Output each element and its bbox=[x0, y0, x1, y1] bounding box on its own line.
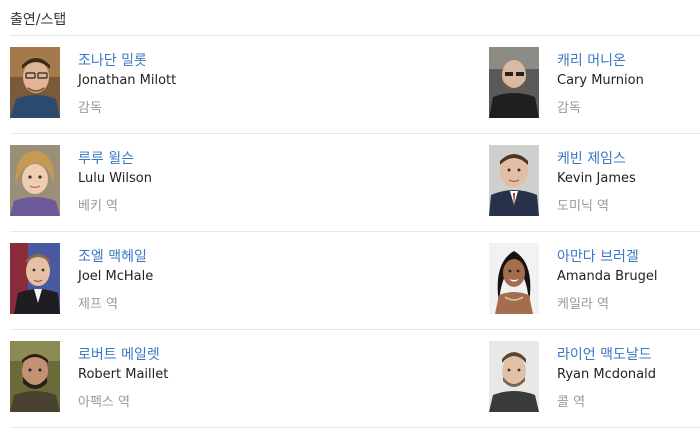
cast-row: 로버트 메일렛 Robert Maillet 아펙스 역 라이언 맥도날드 Ry… bbox=[10, 330, 700, 428]
role-text: 감독 bbox=[78, 101, 102, 116]
person-card[interactable]: 조나단 밀롯 Jonathan Milott 감독 bbox=[10, 47, 310, 119]
english-name: Cary Murnion bbox=[557, 73, 644, 88]
role-text: 케일라 역 bbox=[557, 297, 609, 312]
cast-row: 루루 윌슨 Lulu Wilson 베키 역 케빈 제임스 Kevin Jame… bbox=[10, 134, 700, 232]
korean-name[interactable]: 조엘 맥헤일 bbox=[78, 248, 153, 266]
section-title: 출연/스탭 bbox=[10, 12, 67, 28]
person-photo[interactable] bbox=[489, 341, 539, 412]
korean-name[interactable]: 아만다 브러겔 bbox=[557, 248, 657, 266]
korean-name[interactable]: 라이언 맥도날드 bbox=[557, 346, 656, 364]
english-name: Amanda Brugel bbox=[557, 269, 658, 284]
korean-name[interactable]: 로버트 메일렛 bbox=[78, 346, 168, 364]
person-photo[interactable] bbox=[489, 145, 539, 216]
role-text: 도미닉 역 bbox=[557, 199, 609, 214]
cast-crew-list: 조나단 밀롯 Jonathan Milott 감독 캐리 머니온 Cary Mu… bbox=[10, 36, 700, 428]
korean-name[interactable]: 케빈 제임스 bbox=[557, 150, 636, 168]
role-text: 감독 bbox=[557, 101, 581, 116]
person-photo[interactable] bbox=[489, 47, 539, 118]
person-card[interactable]: 루루 윌슨 Lulu Wilson 베키 역 bbox=[10, 145, 310, 217]
person-card[interactable]: 아만다 브러겔 Amanda Brugel 케일라 역 bbox=[489, 243, 700, 315]
person-photo[interactable] bbox=[10, 47, 60, 118]
person-card[interactable]: 라이언 맥도날드 Ryan Mcdonald 콜 역 bbox=[489, 341, 700, 413]
person-photo[interactable] bbox=[10, 243, 60, 314]
korean-name[interactable]: 조나단 밀롯 bbox=[78, 52, 176, 70]
english-name: Robert Maillet bbox=[78, 367, 169, 382]
person-card[interactable]: 케빈 제임스 Kevin James 도미닉 역 bbox=[489, 145, 700, 217]
english-name: Joel McHale bbox=[78, 269, 154, 284]
english-name: Kevin James bbox=[557, 171, 636, 186]
english-name: Lulu Wilson bbox=[78, 171, 152, 186]
korean-name[interactable]: 캐리 머니온 bbox=[557, 52, 644, 70]
role-text: 베키 역 bbox=[78, 199, 119, 214]
cast-row: 조엘 맥헤일 Joel McHale 제프 역 아만다 브러겔 Amanda B… bbox=[10, 232, 700, 330]
person-photo[interactable] bbox=[489, 243, 539, 314]
english-name: Jonathan Milott bbox=[78, 73, 177, 88]
role-text: 제프 역 bbox=[78, 297, 119, 312]
role-text: 아펙스 역 bbox=[78, 395, 130, 410]
person-card[interactable]: 캐리 머니온 Cary Murnion 감독 bbox=[489, 47, 700, 119]
cast-row: 조나단 밀롯 Jonathan Milott 감독 캐리 머니온 Cary Mu… bbox=[10, 36, 700, 134]
korean-name[interactable]: 루루 윌슨 bbox=[78, 150, 152, 168]
person-card[interactable]: 로버트 메일렛 Robert Maillet 아펙스 역 bbox=[10, 341, 310, 413]
english-name: Ryan Mcdonald bbox=[557, 367, 656, 382]
person-photo[interactable] bbox=[10, 341, 60, 412]
person-card[interactable]: 조엘 맥헤일 Joel McHale 제프 역 bbox=[10, 243, 310, 315]
role-text: 콜 역 bbox=[557, 395, 586, 410]
person-photo[interactable] bbox=[10, 145, 60, 216]
